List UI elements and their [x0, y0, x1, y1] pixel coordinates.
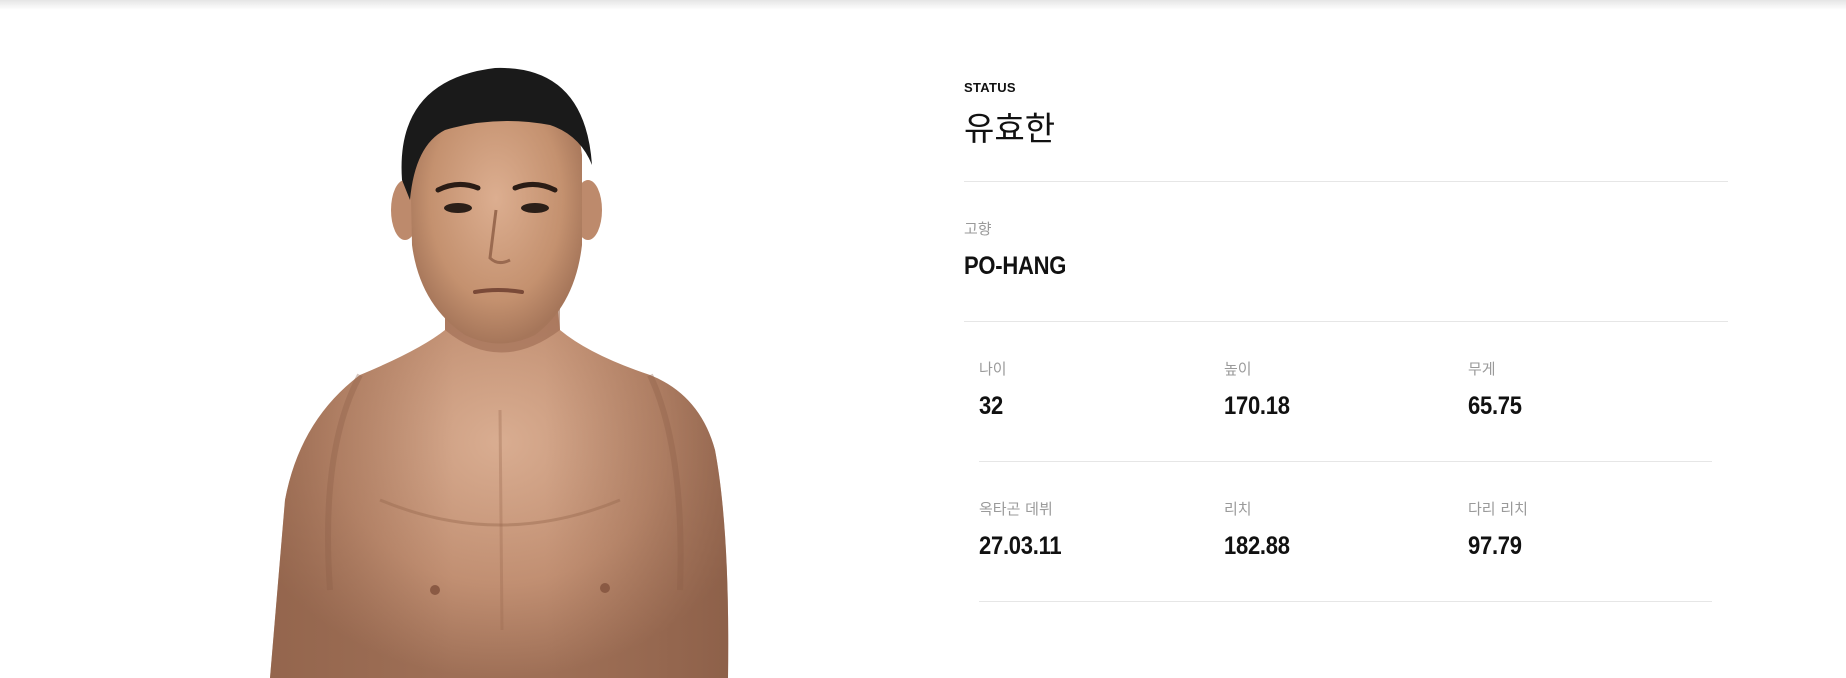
stat-value-leg-reach: 97.79 [1468, 532, 1522, 560]
stat-value-octagon-debut: 27.03.11 [979, 532, 1062, 560]
status-label: STATUS [964, 80, 1016, 95]
stat-value-age: 32 [979, 392, 1003, 420]
fighter-name: 유효한 [964, 109, 1056, 148]
stat-label-leg-reach: 다리 리치 [1468, 500, 1528, 518]
stat-value-reach: 182.88 [1224, 532, 1290, 560]
divider [979, 601, 1712, 602]
divider [979, 461, 1712, 462]
hometown-value: PO-HANG [964, 252, 1067, 280]
stat-value-weight: 65.75 [1468, 392, 1522, 420]
stat-label-weight: 무게 [1468, 360, 1496, 378]
stat-label-age: 나이 [979, 360, 1007, 378]
divider [964, 181, 1728, 182]
hometown-label: 고향 [964, 220, 992, 238]
stat-label-octagon-debut: 옥타곤 데뷔 [979, 500, 1053, 518]
fighter-portrait-image [230, 30, 790, 678]
stat-value-height: 170.18 [1224, 392, 1290, 420]
stat-label-reach: 리치 [1224, 500, 1252, 518]
stat-label-height: 높이 [1224, 360, 1252, 378]
fighter-info-panel: STATUS 유효한 고향 PO-HANG 나이 32 높이 170.18 무게… [964, 0, 1728, 678]
divider [964, 321, 1728, 322]
